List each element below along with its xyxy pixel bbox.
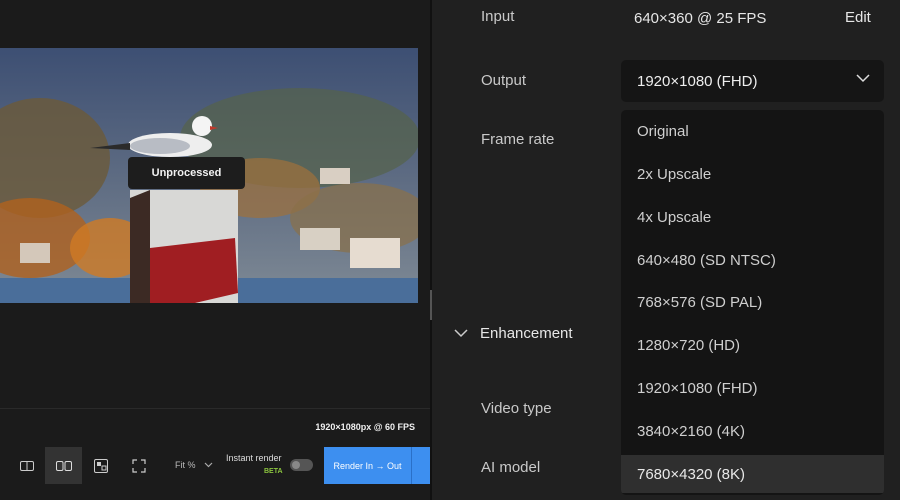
input-label: Input xyxy=(481,8,515,25)
edit-input-button[interactable]: Edit xyxy=(845,9,871,26)
compare-icon xyxy=(93,458,108,473)
chevron-down-icon xyxy=(454,329,468,338)
output-select[interactable]: 1920×1080 (FHD) xyxy=(621,60,884,102)
preview-pane: Unprocessed 1920×1080px @ 60 FPS Fit % I… xyxy=(0,0,430,500)
render-options-button[interactable] xyxy=(411,447,430,484)
enhancement-section-toggle[interactable]: Enhancement xyxy=(454,325,573,342)
video-type-label: Video type xyxy=(481,400,552,417)
render-button[interactable]: Render In → Out xyxy=(324,447,411,484)
preview-toolbar: Fit % Instant render BETA Render In → Ou… xyxy=(0,447,430,484)
output-label: Output xyxy=(481,72,527,89)
chevron-down-icon xyxy=(204,462,212,468)
unprocessed-tooltip: Unprocessed xyxy=(128,157,245,189)
fit-zoom-select[interactable]: Fit % xyxy=(175,460,213,470)
frame-rate-label: Frame rate xyxy=(481,131,555,148)
dropdown-option[interactable]: 7680×4320 (8K) xyxy=(621,455,884,493)
split-view-icon xyxy=(19,460,34,471)
chevron-down-icon xyxy=(856,74,870,83)
dropdown-option[interactable]: Original xyxy=(621,112,884,150)
dropdown-option[interactable]: 2x Upscale xyxy=(621,155,884,193)
dropdown-option[interactable]: 4x Upscale xyxy=(621,198,884,236)
fullscreen-icon xyxy=(131,458,146,473)
fit-label: Fit % xyxy=(175,460,196,470)
side-by-side-icon xyxy=(55,460,72,471)
side-by-side-button[interactable] xyxy=(45,447,82,484)
output-select-value: 1920×1080 (FHD) xyxy=(637,72,758,90)
enhancement-label: Enhancement xyxy=(480,325,573,342)
instant-render-label: Instant render xyxy=(226,453,282,463)
dropdown-option[interactable]: 1920×1080 (FHD) xyxy=(621,369,884,407)
instant-render-toggle[interactable] xyxy=(290,459,313,471)
dropdown-option[interactable]: 640×480 (SD NTSC) xyxy=(621,241,884,279)
dropdown-option[interactable]: 1280×720 (HD) xyxy=(621,326,884,364)
compare-button[interactable] xyxy=(82,447,119,484)
dropdown-option[interactable]: 3840×2160 (4K) xyxy=(621,412,884,450)
output-dropdown-menu: Original 2x Upscale 4x Upscale 640×480 (… xyxy=(621,110,884,495)
split-view-button[interactable] xyxy=(8,447,45,484)
beta-badge: BETA xyxy=(264,468,283,475)
toolbar-separator xyxy=(0,408,430,409)
fullscreen-button[interactable] xyxy=(120,447,157,484)
input-value: 640×360 @ 25 FPS xyxy=(634,10,767,27)
output-resolution-info: 1920×1080px @ 60 FPS xyxy=(315,422,415,432)
dropdown-option[interactable]: 768×576 (SD PAL) xyxy=(621,283,884,321)
ai-model-label: AI model xyxy=(481,459,541,476)
